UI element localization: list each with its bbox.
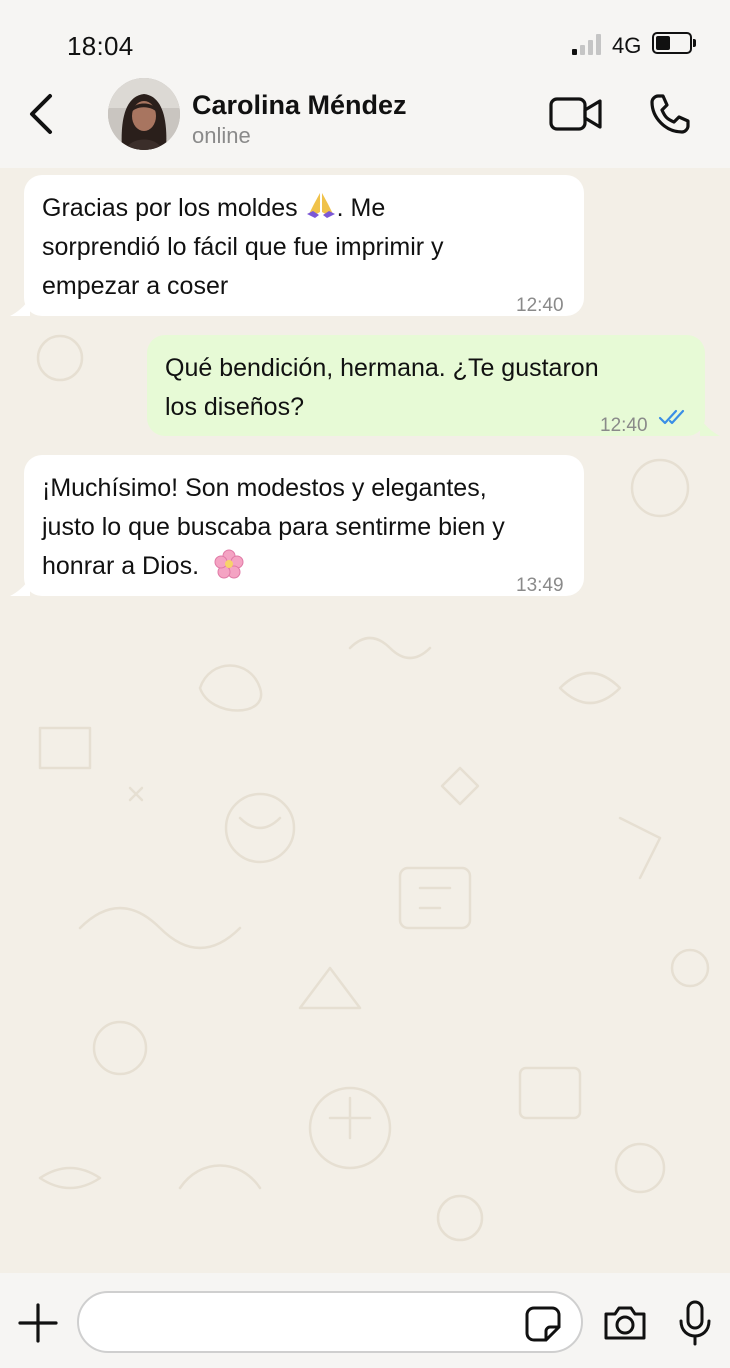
chat-header: Carolina Méndez online	[0, 72, 730, 168]
message-input[interactable]	[77, 1291, 583, 1353]
folded-hands-emoji-icon	[306, 193, 335, 218]
message-line: justo lo que buscaba para sentirme bien …	[42, 513, 505, 541]
bubble-tail	[700, 418, 720, 436]
message-bubble-incoming[interactable]: ¡Muchísimo! Son modestos y elegantes, ju…	[24, 455, 584, 596]
avatar[interactable]	[108, 78, 180, 150]
message-line: honrar a Dios.	[42, 552, 200, 580]
cherry-blossom-emoji-icon	[214, 549, 244, 579]
message-line: ¡Muchísimo! Son modestos y elegantes,	[42, 474, 487, 502]
message-bubble-outgoing[interactable]: Qué bendición, hermana. ¿Te gustaron los…	[147, 335, 705, 436]
message-line: empezar a coser	[42, 272, 229, 300]
message-time: 12:40	[516, 295, 564, 316]
message-text: ¡Muchísimo! Son modestos y elegantes, ju…	[42, 469, 505, 586]
input-bar	[0, 1273, 730, 1368]
message-line: los diseños?	[165, 393, 304, 421]
message-text: Qué bendición, hermana. ¿Te gustaron los…	[165, 349, 599, 427]
contact-name[interactable]: Carolina Méndez	[192, 90, 407, 121]
chat-area[interactable]: Gracias por los moldes . Me sorprendió l…	[0, 168, 730, 1273]
plus-icon[interactable]	[18, 1303, 58, 1343]
phone-icon[interactable]	[646, 90, 694, 138]
message-line: Gracias por los moldes	[42, 194, 298, 222]
battery-tip	[693, 39, 696, 47]
status-bar: 18:04 4G	[0, 0, 730, 72]
message-text: Gracias por los moldes . Me sorprendió l…	[42, 189, 444, 306]
message-time: 13:49	[516, 575, 564, 596]
message-line: . Me	[336, 194, 386, 222]
back-arrow-icon[interactable]	[22, 90, 62, 138]
signal-icon	[572, 33, 606, 55]
battery-icon	[652, 32, 692, 54]
message-line: sorprendió lo fácil que fue imprimir y	[42, 233, 444, 261]
microphone-icon[interactable]	[676, 1299, 714, 1347]
bubble-tail	[10, 578, 30, 596]
message-bubble-incoming[interactable]: Gracias por los moldes . Me sorprendió l…	[24, 175, 584, 316]
message-time: 12:40	[600, 415, 648, 436]
contact-status: online	[192, 123, 251, 148]
camera-icon[interactable]	[602, 1304, 648, 1342]
double-check-read-icon	[658, 409, 685, 425]
wallpaper-pattern	[36, 334, 710, 1242]
status-time: 18:04	[67, 31, 134, 61]
battery-level	[656, 36, 670, 50]
video-call-icon[interactable]	[548, 92, 604, 136]
message-line: Qué bendición, hermana. ¿Te gustaron	[165, 354, 599, 382]
bubble-tail	[10, 298, 30, 316]
network-type: 4G	[612, 33, 642, 58]
sticker-icon[interactable]	[524, 1305, 562, 1343]
